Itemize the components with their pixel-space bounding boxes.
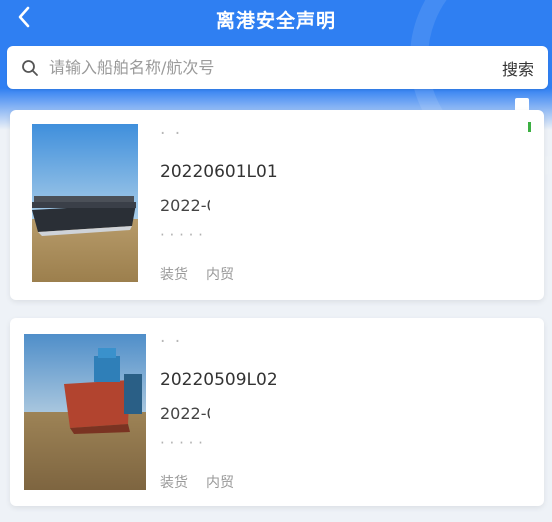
tag-cargo-type: 装货 xyxy=(160,475,188,491)
tag-trade-type: 内贸 xyxy=(206,475,234,491)
ship-card[interactable]: · · · 96 20220509L02 2022-05-09 10: · · … xyxy=(10,318,544,506)
blur-mask xyxy=(210,404,350,426)
extra-info: · · · · · xyxy=(160,226,203,244)
ship-card[interactable]: · · · 8 20220601L01 2022-06-01 10:0 · · … xyxy=(10,110,544,300)
ship-photo xyxy=(32,124,138,282)
voyage-number: 20220601L01 xyxy=(160,162,278,182)
ship-photo xyxy=(24,334,146,490)
search-input[interactable] xyxy=(47,57,502,78)
page-title: 离港安全声明 xyxy=(215,10,336,32)
search-bar: 搜索 xyxy=(7,46,548,89)
tag-cargo-type: 装货 xyxy=(160,267,188,283)
blur-mask xyxy=(190,122,290,146)
app-screen: 离港安全声明 搜索 xyxy=(0,0,552,522)
search-icon xyxy=(21,59,39,77)
blur-mask xyxy=(210,196,350,218)
extra-info: · · · · · xyxy=(160,434,203,452)
status-indicator xyxy=(528,122,531,132)
search-button[interactable]: 搜索 xyxy=(502,56,534,80)
blur-mask xyxy=(190,330,290,354)
top-bar: 离港安全声明 xyxy=(0,0,552,40)
voyage-number: 20220509L02 xyxy=(160,370,278,390)
tag-trade-type: 内贸 xyxy=(206,267,234,283)
